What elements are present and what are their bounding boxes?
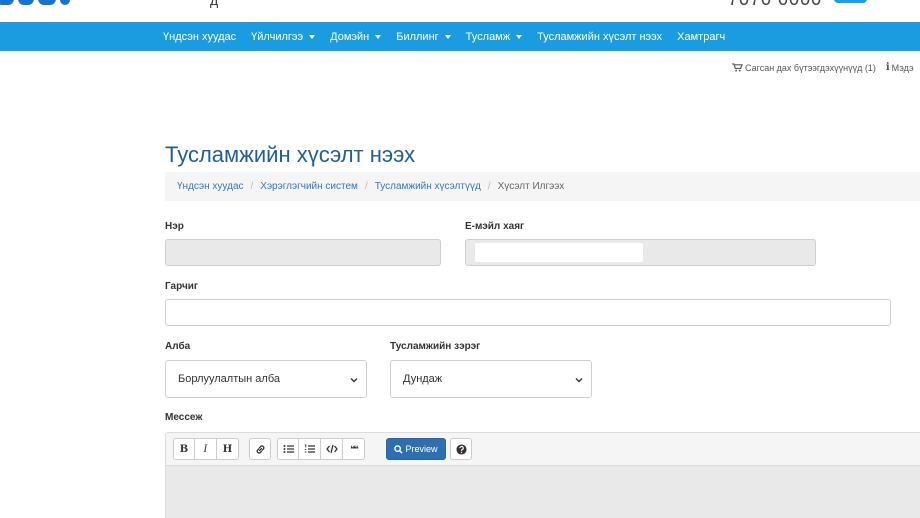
nav-item-label: Хамтрагч	[677, 30, 726, 43]
nav-item[interactable]: Домэйн	[330, 30, 382, 43]
breadcrumb: Үндсэн хуудас / Хэрэглэгчийн систем / Ту…	[165, 172, 920, 201]
logo[interactable]	[0, 0, 74, 5]
chevron-down-icon	[575, 378, 583, 383]
heading-button[interactable]: H	[217, 438, 239, 460]
email-label: Е-мэйл хаяг	[465, 221, 525, 232]
question-circle-icon	[455, 443, 467, 455]
caret-down-icon	[444, 35, 451, 39]
nav-list: Үндсэн хуудас Үйлчилгээ Домэйн Биллинг Тусла…	[163, 22, 740, 51]
nav-item-label: Тусламж	[465, 30, 511, 43]
nav-item[interactable]: Биллинг	[396, 30, 451, 43]
department-value: Борлуулалтын алба	[178, 373, 280, 385]
bold-button[interactable]: B	[173, 438, 195, 460]
list-button-group: ❝❝	[277, 438, 365, 460]
breadcrumb-separator: /	[364, 181, 368, 192]
utility-bar: Сагсан дах бүтээгдэхүүнүүд (1) i Мэдэ	[732, 62, 914, 73]
subject-label: Гарчиг	[165, 281, 199, 292]
main-navbar: Үндсэн хуудас Үйлчилгээ Домэйн Биллинг Тусла…	[0, 22, 920, 51]
email-value	[475, 243, 643, 262]
list-ol-icon	[304, 444, 315, 453]
phone-number: 7070 0000	[728, 0, 822, 10]
code-icon	[325, 444, 338, 454]
list-ul-icon	[283, 445, 294, 453]
chevron-down-icon	[350, 378, 358, 383]
nav-item[interactable]: Тусламжийн хүсэлт нээх	[537, 31, 662, 43]
breadcrumb-separator: /	[250, 181, 254, 192]
breadcrumb-home[interactable]: Үндсэн хуудас	[177, 181, 244, 192]
preview-button[interactable]: Preview	[386, 438, 446, 460]
caret-down-icon	[375, 35, 382, 39]
caret-down-icon	[516, 35, 523, 39]
nav-item-label: Тусламжийн хүсэлт нээх	[537, 30, 663, 43]
breadcrumb-separator: /	[487, 181, 491, 192]
format-button-group: B I H	[173, 438, 239, 460]
page-title: Тусламжийн хүсэлт нээх	[165, 142, 416, 167]
department-label: Алба	[165, 341, 191, 352]
breadcrumb-client-area[interactable]: Хэрэглэгчийн систем	[260, 181, 358, 192]
nav-item-label: Биллинг	[396, 30, 439, 43]
quote-button[interactable]: ❝❝	[343, 438, 365, 460]
subject-input[interactable]	[165, 299, 891, 326]
nav-item[interactable]: Тусламж	[465, 30, 523, 43]
nav-item-label: Үндсэн хуудас	[163, 30, 237, 43]
preview-label: Preview	[405, 444, 438, 454]
priority-select[interactable]: Дундаж	[390, 360, 592, 398]
cart-label: Сагсан дах бүтээгдэхүүнүүд (1)	[745, 62, 876, 73]
breadcrumb-current: Хүсэлт Илгээх	[497, 181, 565, 192]
link-icon	[256, 444, 264, 454]
message-label: Мессеж	[165, 412, 203, 423]
header-text-fragment: д	[210, 0, 219, 8]
code-button[interactable]	[321, 438, 343, 460]
priority-label: Тусламжийн зэрэг	[390, 341, 481, 352]
breadcrumb-tickets[interactable]: Тусламжийн хүсэлтүүд	[375, 181, 481, 192]
name-label: Нэр	[165, 221, 184, 232]
department-select[interactable]: Борлуулалтын алба	[165, 360, 367, 398]
bullet-list-button[interactable]	[277, 438, 299, 460]
message-editor[interactable]	[165, 465, 920, 518]
nav-item[interactable]: Үндсэн хуудас	[163, 31, 236, 43]
nav-item[interactable]: Үйлчилгээ	[251, 30, 316, 43]
link-button-group	[249, 438, 271, 460]
cart-link[interactable]: Сагсан дах бүтээгдэхүүнүүд (1)	[732, 63, 876, 73]
help-button-group	[450, 438, 472, 460]
editor-toolbar: B I H ❝❝ Preview	[165, 432, 920, 465]
cart-icon	[732, 63, 743, 72]
header-strip: д 7070 0000	[0, 0, 920, 22]
name-field[interactable]	[165, 239, 441, 266]
nav-item-label: Домэйн	[330, 30, 370, 43]
info-link[interactable]: i Мэдэ	[886, 62, 914, 73]
italic-button[interactable]: I	[195, 438, 217, 460]
priority-value: Дундаж	[403, 373, 443, 385]
email-field[interactable]	[465, 239, 816, 266]
nav-item-label: Үйлчилгээ	[251, 30, 304, 43]
info-icon: i	[885, 62, 890, 73]
nav-item[interactable]: Хамтрагч	[677, 31, 725, 43]
info-label: Мэдэ	[891, 62, 914, 73]
header-button[interactable]	[834, 0, 867, 3]
search-icon	[394, 444, 404, 454]
link-button[interactable]	[249, 438, 271, 460]
caret-down-icon	[309, 35, 316, 39]
numbered-list-button[interactable]	[299, 438, 321, 460]
help-button[interactable]	[450, 438, 472, 460]
